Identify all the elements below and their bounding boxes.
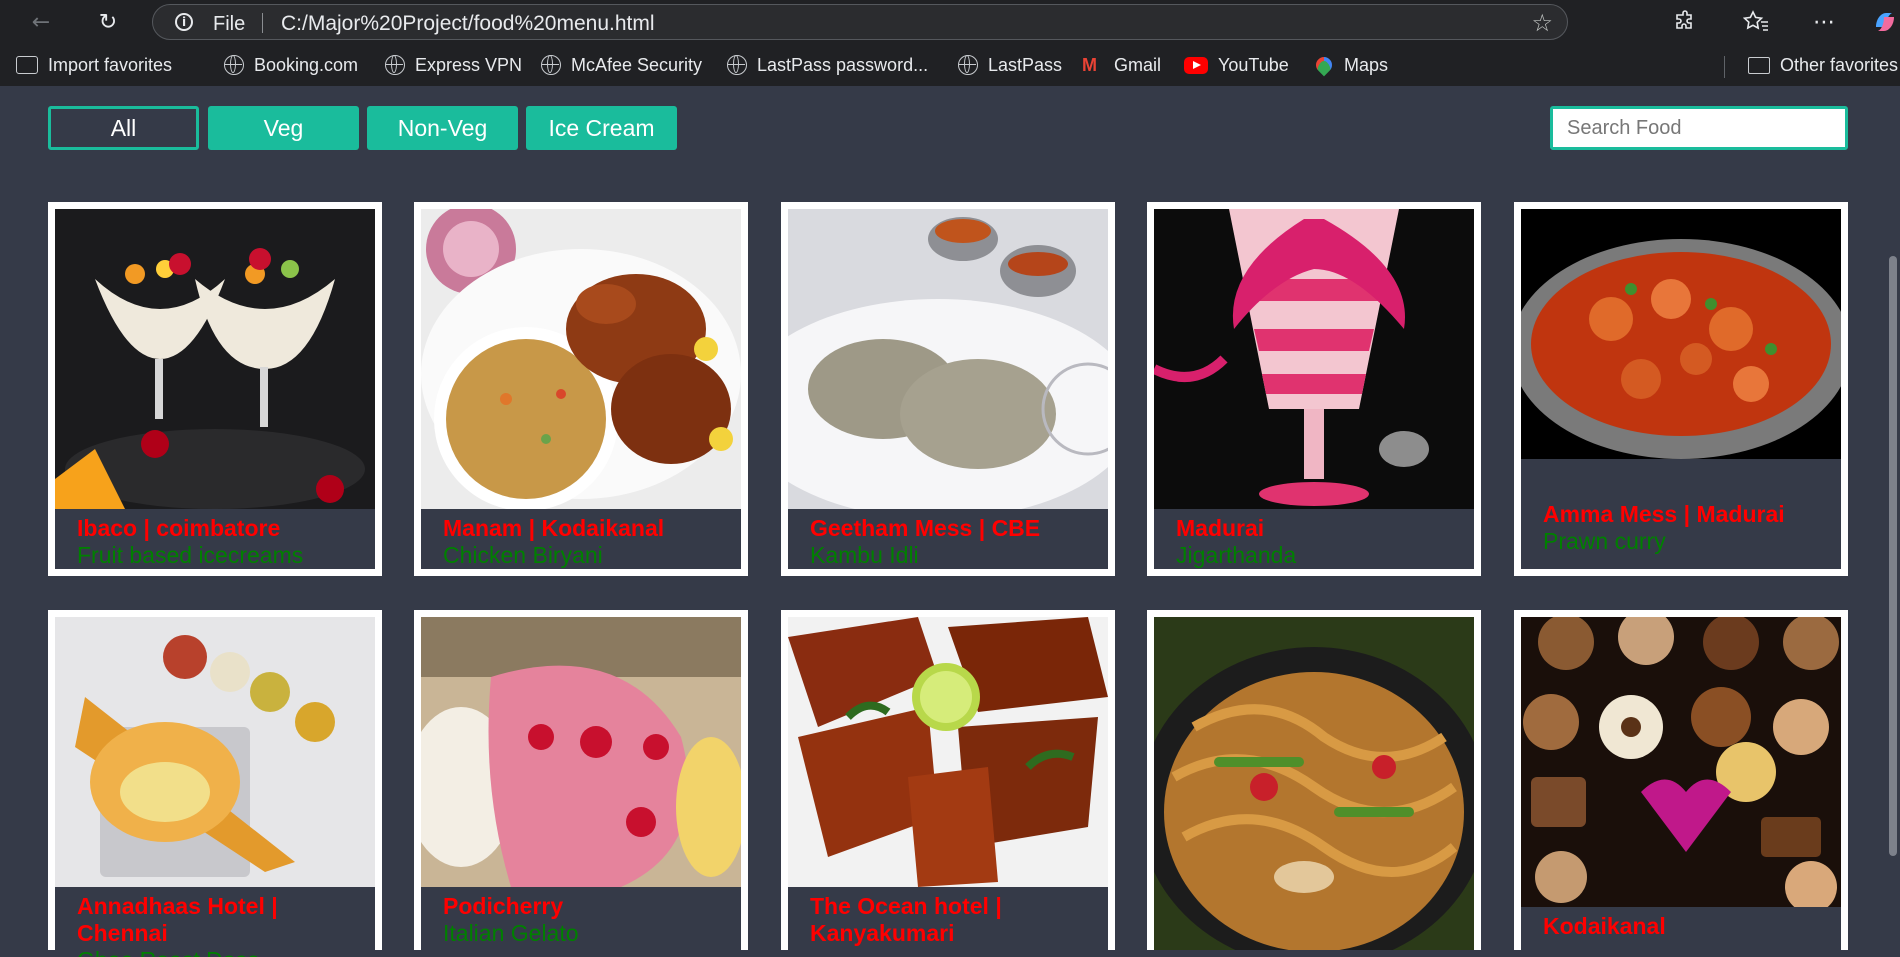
- card-place: Podicherry: [443, 893, 564, 919]
- bookmark-label: Gmail: [1114, 54, 1162, 75]
- more-menu-icon[interactable]: ⋯: [1808, 6, 1840, 38]
- filter-all-button[interactable]: All: [48, 106, 199, 150]
- bookmark-label: Express VPN: [415, 54, 523, 75]
- italian-gelato-photo: [421, 617, 741, 887]
- card-place: Madurai: [1176, 515, 1265, 541]
- extensions-icon[interactable]: [1669, 6, 1701, 38]
- menu-card[interactable]: Podicherry Italian Gelato: [414, 610, 748, 957]
- bookmark-label: Import favorites: [48, 54, 173, 75]
- protocol-label: File: [213, 13, 246, 35]
- favorites-icon[interactable]: [1740, 6, 1772, 38]
- browser-toolbar: ← ↻ i File C:/Major%20Project/food%20men…: [0, 0, 1900, 44]
- menu-card[interactable]: Ibaco | coimbatore Fruit based icecreams: [48, 202, 382, 576]
- bookmark-label: Maps: [1344, 54, 1389, 75]
- globe-icon: [541, 55, 561, 75]
- address-bar[interactable]: i File C:/Major%20Project/food%20menu.ht…: [152, 4, 1568, 40]
- menu-card[interactable]: Kodaikanal: [1514, 610, 1848, 957]
- menu-card[interactable]: The Ocean hotel | Kanyakumari: [781, 610, 1115, 957]
- globe-icon: [385, 55, 405, 75]
- menu-card[interactable]: Annadhaas Hotel | Chennai Ghee Roast Dos…: [48, 610, 382, 957]
- globe-icon: [224, 55, 244, 75]
- fruit-icecream-photo: [55, 209, 375, 509]
- bookmark-youtube[interactable]: YouTube: [1184, 52, 1289, 78]
- copilot-icon[interactable]: [1870, 6, 1900, 38]
- import-icon: [16, 56, 38, 74]
- fish-fry-photo: [788, 617, 1108, 887]
- menu-card[interactable]: Madurai Jigarthanda: [1147, 202, 1481, 576]
- bookmarks-divider: [1724, 56, 1725, 78]
- filter-nonveg-button[interactable]: Non-Veg: [367, 106, 518, 150]
- globe-icon: [727, 55, 747, 75]
- card-place: Amma Mess | Madurai: [1543, 501, 1785, 527]
- card-dish: Chicken Biryani: [443, 542, 603, 568]
- bookmark-label: LastPass: [988, 54, 1063, 75]
- bookmark-express-vpn[interactable]: Express VPN: [385, 52, 522, 78]
- info-icon[interactable]: i: [175, 13, 193, 31]
- bookmark-maps[interactable]: Maps: [1312, 52, 1389, 78]
- back-arrow-icon[interactable]: ←: [25, 6, 57, 38]
- card-dish: Jigarthanda: [1176, 542, 1297, 568]
- card-place: Manam | Kodaikanal: [443, 515, 665, 541]
- bookmark-mcafee[interactable]: McAfee Security: [541, 52, 702, 78]
- card-dish: Italian Gelato: [443, 920, 579, 946]
- url-text[interactable]: C:/Major%20Project/food%20menu.html: [281, 12, 655, 36]
- card-dish: Kambu Idli: [810, 542, 919, 568]
- card-place: Annadhaas Hotel | Chennai: [77, 893, 278, 946]
- bookmark-label: Other favorites: [1780, 54, 1899, 75]
- favorite-star-icon[interactable]: ☆: [1531, 9, 1553, 37]
- youtube-icon: [1184, 56, 1208, 74]
- globe-icon: [958, 55, 978, 75]
- page-scrollbar-thumb[interactable]: [1889, 256, 1897, 856]
- address-separator: [262, 13, 263, 33]
- bookmark-label: LastPass password...: [757, 54, 929, 75]
- maps-icon: [1312, 53, 1336, 77]
- bookmark-lastpass-password[interactable]: LastPass password...: [727, 52, 928, 78]
- search-food-input[interactable]: [1550, 106, 1848, 150]
- bookmark-gmail[interactable]: M Gmail: [1082, 52, 1161, 78]
- filter-icecream-button[interactable]: Ice Cream: [526, 106, 677, 150]
- card-place: Geetham Mess | CBE: [810, 515, 1041, 541]
- jigarthanda-photo: [1154, 209, 1474, 509]
- refresh-icon[interactable]: ↻: [92, 6, 124, 38]
- kambu-idli-photo: [788, 209, 1108, 509]
- menu-card[interactable]: Amma Mess | Madurai Prawn curry: [1514, 202, 1848, 576]
- card-dish: Prawn curry: [1543, 528, 1666, 554]
- card-place: Ibaco | coimbatore: [77, 515, 281, 541]
- page-scrollbar-track[interactable]: [1884, 86, 1900, 950]
- bookmark-booking[interactable]: Booking.com: [224, 52, 358, 78]
- bookmark-label: YouTube: [1218, 54, 1289, 75]
- bookmark-label: Booking.com: [254, 54, 359, 75]
- bookmark-lastpass[interactable]: LastPass: [958, 52, 1062, 78]
- card-dish: Fruit based icecreams: [77, 542, 304, 568]
- bookmark-label: McAfee Security: [571, 54, 703, 75]
- filter-veg-button[interactable]: Veg: [208, 106, 359, 150]
- menu-card[interactable]: Geetham Mess | CBE Kambu Idli: [781, 202, 1115, 576]
- bookmark-import-favorites[interactable]: Import favorites: [16, 52, 172, 78]
- chocolates-photo: [1521, 617, 1841, 907]
- bookmark-other-favorites[interactable]: Other favorites: [1748, 52, 1898, 78]
- chicken-biryani-photo: [421, 209, 741, 509]
- card-place: The Ocean hotel | Kanyakumari: [810, 893, 1002, 946]
- gmail-icon: M: [1082, 54, 1097, 75]
- ghee-roast-dosa-photo: [55, 617, 375, 887]
- menu-card[interactable]: [1147, 610, 1481, 957]
- card-place: Kodaikanal: [1543, 913, 1666, 939]
- noodles-photo: [1154, 617, 1474, 950]
- menu-card[interactable]: Manam | Kodaikanal Chicken Biryani: [414, 202, 748, 576]
- bookmarks-bar: Import favorites Booking.com Express VPN…: [0, 44, 1900, 86]
- card-dish: Ghee Roast Dosa: [77, 947, 371, 957]
- folder-icon: [1748, 56, 1770, 74]
- prawn-curry-photo: [1521, 209, 1841, 459]
